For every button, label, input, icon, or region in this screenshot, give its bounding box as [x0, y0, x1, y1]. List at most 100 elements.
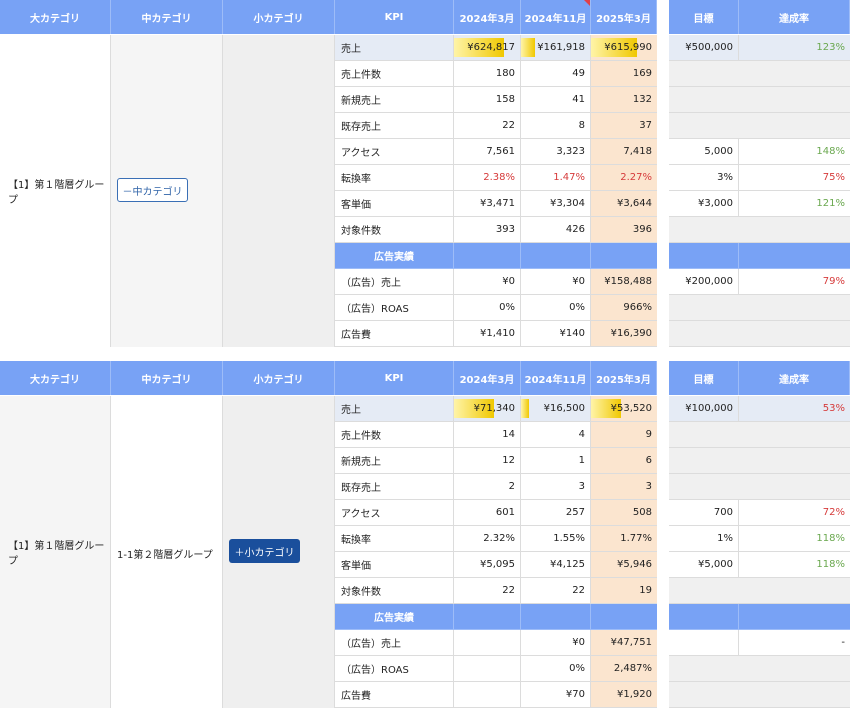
achievement-rate: 148%: [816, 146, 845, 157]
value-cell-v1: ¥5,095: [454, 552, 521, 577]
value-text: 3,323: [556, 146, 585, 157]
value-text: ¥624,817: [467, 42, 515, 53]
value-cell-v2: 0%: [521, 656, 591, 681]
section2-header-middle: 中カテゴリ: [111, 361, 223, 395]
target-row: ¥5,000 118%: [669, 552, 850, 578]
value-text: 2.27%: [620, 172, 652, 183]
value-cell-v2: 1.47%: [521, 165, 591, 190]
value-text: 22: [502, 120, 515, 131]
value-cell-v3: 966%: [591, 295, 657, 320]
value-text: 12: [502, 455, 515, 466]
sort-indicator-icon: [584, 0, 590, 6]
value-text: 22: [502, 585, 515, 596]
value-cell-v1: ¥0: [454, 269, 521, 294]
kpi-label: アクセス: [335, 139, 454, 164]
value-cell-v3: 396: [591, 217, 657, 242]
target-value: ¥500,000: [669, 35, 739, 60]
table-row: 売上 ¥624,817 ¥161,918 ¥615,990: [335, 35, 657, 61]
value-text: 158: [495, 94, 515, 105]
target-row: [669, 422, 850, 448]
value-text: ¥140: [559, 328, 585, 339]
section2-header-p2: 2024年11月: [521, 361, 591, 395]
target-row: [669, 656, 850, 682]
expand-minor-category-button[interactable]: ＋小カテゴリ: [229, 539, 300, 563]
value-cell-v2: ¥3,304: [521, 191, 591, 216]
value-cell-v3: 2.27%: [591, 165, 657, 190]
section2-middle-label: 1-1第２階層グループ: [117, 550, 213, 561]
section2-gap: [657, 361, 669, 708]
value-cell-v1: 7,561: [454, 139, 521, 164]
value-cell-v2: 4: [521, 422, 591, 447]
ad-header-blank: [521, 604, 591, 629]
value-cell-v3: 169: [591, 61, 657, 86]
value-text: 7,418: [623, 146, 652, 157]
section1-header-p3: 2025年3月: [591, 0, 657, 34]
section1-header-kpi: KPI: [335, 0, 454, 34]
value-cell-v1: 393: [454, 217, 521, 242]
value-cell-v2: ¥4,125: [521, 552, 591, 577]
section1-major-label: 【1】第１階層グループ: [8, 180, 105, 206]
target-row: 1% 118%: [669, 526, 850, 552]
value-cell-v1: 12: [454, 448, 521, 473]
value-text: ¥5,946: [617, 559, 652, 570]
value-text: 1.47%: [553, 172, 585, 183]
value-text: ¥4,125: [550, 559, 585, 570]
target-row: [669, 474, 850, 500]
kpi-label: 新規売上: [335, 448, 454, 473]
section1-ad-header-target-row: [669, 243, 850, 269]
value-text: ¥0: [572, 637, 585, 648]
value-text: 41: [572, 94, 585, 105]
table-row: 客単価 ¥5,095 ¥4,125 ¥5,946: [335, 552, 657, 578]
kpi-label: 対象件数: [335, 217, 454, 242]
target-row: [669, 578, 850, 604]
value-text: 8: [578, 120, 585, 131]
value-cell-v2: 257: [521, 500, 591, 525]
kpi-label: 売上: [335, 396, 454, 421]
value-text: 2.38%: [483, 172, 515, 183]
value-text: ¥1,920: [617, 689, 652, 700]
value-text: ¥3,304: [550, 198, 585, 209]
kpi-label: 売上件数: [335, 422, 454, 447]
target-value: ¥200,000: [669, 269, 739, 294]
target-row: 700 72%: [669, 500, 850, 526]
value-text: 1.55%: [553, 533, 585, 544]
table-row: 売上件数 14 4 9: [335, 422, 657, 448]
value-cell-v1: 22: [454, 578, 521, 603]
kpi-label: 転換率: [335, 165, 454, 190]
section2-ad-header-target-row: [669, 604, 850, 630]
value-text: 426: [565, 224, 585, 235]
section1-ad-header-row: 広告実績: [335, 243, 657, 269]
table-row: 対象件数 393 426 396: [335, 217, 657, 243]
target-row: 3% 75%: [669, 165, 850, 191]
achievement-rate: 75%: [822, 172, 845, 183]
value-cell-v3: ¥16,390: [591, 321, 657, 346]
collapse-middle-category-button[interactable]: －中カテゴリ: [117, 178, 188, 202]
ad-header-blank: [669, 604, 739, 629]
value-cell-v3: 7,418: [591, 139, 657, 164]
target-row: [669, 87, 850, 113]
value-cell-v1: [454, 682, 521, 707]
value-cell-v2: 3,323: [521, 139, 591, 164]
value-cell-v2: 426: [521, 217, 591, 242]
value-cell-v3: 508: [591, 500, 657, 525]
value-cell-v3: ¥5,946: [591, 552, 657, 577]
value-cell-v2: 0%: [521, 295, 591, 320]
value-text: 1.77%: [620, 533, 652, 544]
value-text: 132: [632, 94, 652, 105]
value-text: ¥47,751: [610, 637, 652, 648]
value-text: 19: [639, 585, 652, 596]
kpi-label: 既存売上: [335, 113, 454, 138]
value-text: 966%: [623, 302, 652, 313]
value-text: ¥161,918: [537, 42, 585, 53]
value-cell-v3: 19: [591, 578, 657, 603]
target-row: -: [669, 630, 850, 656]
value-cell-v1: 601: [454, 500, 521, 525]
section1-gap: [657, 0, 669, 347]
section1-header-target: 目標: [669, 0, 739, 34]
value-text: ¥0: [502, 276, 515, 287]
achievement-rate: 72%: [822, 507, 845, 518]
table-row: （広告）ROAS 0% 2,487%: [335, 656, 657, 682]
value-text: 396: [632, 224, 652, 235]
target-row: [669, 217, 850, 243]
table-row: 新規売上 158 41 132: [335, 87, 657, 113]
